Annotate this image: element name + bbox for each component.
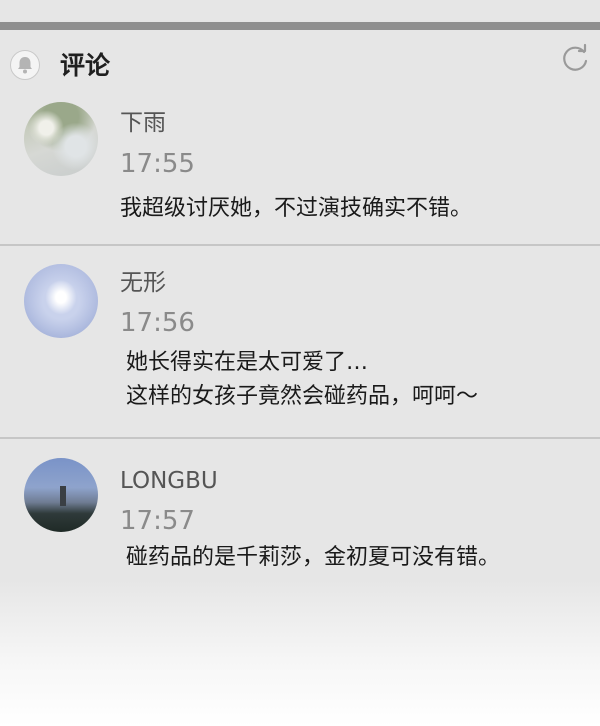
comment-text: 我超级讨厌她，不过演技确实不错。 [120, 196, 473, 221]
comment-time: 17:55 [120, 149, 195, 179]
avatar[interactable] [24, 264, 98, 338]
comment-header: 评论 [0, 30, 600, 102]
comment-panel: 评论 下雨 17:55 我超级讨厌她，不过演技确实不错。 无形 17:56 她长… [0, 0, 600, 726]
top-bar [0, 22, 600, 30]
comment-time: 17:57 [120, 506, 195, 536]
divider [0, 437, 600, 439]
comment-text: 她长得实在是太可爱了… [126, 350, 369, 375]
commenter-name: 无形 [120, 270, 166, 296]
bell-icon[interactable] [10, 50, 40, 80]
commenter-name: 下雨 [120, 110, 166, 136]
page-title: 评论 [60, 51, 111, 80]
comment-text: 碰药品的是千莉莎，金初夏可没有错。 [126, 545, 501, 570]
comment-time: 17:56 [120, 308, 195, 338]
divider [0, 244, 600, 246]
avatar[interactable] [24, 458, 98, 532]
refresh-icon[interactable] [558, 42, 592, 76]
commenter-name: LONGBU [120, 468, 218, 494]
comment-text: 这样的女孩子竟然会碰药品，呵呵～ [126, 384, 479, 409]
avatar[interactable] [24, 102, 98, 176]
